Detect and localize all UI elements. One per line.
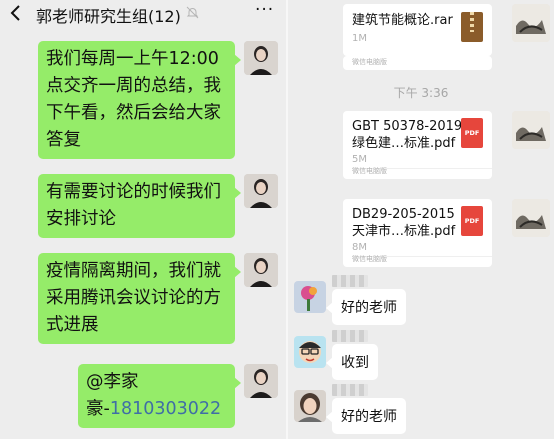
file-size: 5M [352,154,367,165]
pdf-file-icon: PDF [461,118,483,148]
message-text: 我们每周一上午12:00点交齐一周的总结，我下午看，然后会给大家答复 [46,49,221,150]
file-source: 微信电脑版 [352,58,387,66]
right-chat-pane: 建筑节能概论.rar 1M 微信电脑版 下午 3:36 GBT 50378-20… [288,0,554,439]
member-nickname-blurred [332,384,368,396]
member-nickname-blurred [332,275,368,287]
left-chat-pane: 郭老师研究生组(12) ··· 我们每周一上午12:00点交齐一周的总结，我下午… [0,0,286,439]
sender-avatar[interactable] [244,253,278,287]
received-message-bubble[interactable]: 好的老师 [326,398,406,434]
back-arrow-icon[interactable] [8,3,24,23]
sender-avatar[interactable] [244,364,278,398]
file-name: DB29-205-2015 [352,207,455,222]
file-message-card[interactable]: DB29-205-2015 天津市…标准.pdf 8M 微信电脑版 PDF [343,199,492,267]
file-name: 建筑节能概论.rar [352,13,453,28]
file-message-card[interactable]: 建筑节能概论.rar 1M [343,4,492,56]
file-source: 微信电脑版 [352,255,387,263]
member-nickname-blurred [332,330,368,342]
file-size: 1M [352,33,367,44]
chat-title: 郭老师研究生组(12) [36,7,181,26]
screenshot: 郭老师研究生组(12) ··· 我们每周一上午12:00点交齐一周的总结，我下午… [0,0,554,439]
member-avatar[interactable] [294,281,326,313]
file-source: 微信电脑版 [352,167,387,175]
file-message-card[interactable]: GBT 50378-2019 绿色建…标准.pdf 5M 微信电脑版 PDF [343,111,492,179]
message-text: 有需要讨论的时候我们安排讨论 [46,182,221,229]
file-source-bar: 微信电脑版 [343,56,492,70]
member-avatar[interactable] [294,336,326,368]
message-text: 疫情隔离期间，我们就采用腾讯会议讨论的方式进展 [46,261,221,335]
chat-header: 郭老师研究生组(12) ··· [0,0,286,27]
message-text: 好的老师 [341,409,397,425]
received-message-bubble[interactable]: 好的老师 [326,289,406,325]
sent-message-bubble[interactable]: 我们每周一上午12:00点交齐一周的总结，我下午看，然后会给大家答复 [38,41,241,159]
message-text: 收到 [341,355,369,371]
file-name-line2: 天津市…标准.pdf [352,224,456,239]
received-message-bubble[interactable]: 收到 [326,344,378,380]
more-options-button[interactable]: ··· [255,0,274,20]
member-avatar[interactable] [294,390,326,422]
sent-message-bubble[interactable]: @李家豪-1810303022 [78,364,241,428]
sent-message-bubble[interactable]: 疫情隔离期间，我们就采用腾讯会议讨论的方式进展 [38,253,241,344]
message-text: 好的老师 [341,300,397,316]
archive-file-icon [461,12,483,42]
sender-avatar[interactable] [512,4,550,42]
sender-avatar[interactable] [244,41,278,75]
file-name-line2: 绿色建…标准.pdf [352,136,456,151]
pdf-file-icon: PDF [461,206,483,236]
sender-avatar[interactable] [512,111,550,149]
sent-message-bubble[interactable]: 有需要讨论的时候我们安排讨论 [38,174,241,238]
sender-avatar[interactable] [512,199,550,237]
phone-number-link[interactable]: 1810303022 [110,399,221,419]
file-name: GBT 50378-2019 [352,119,463,134]
sender-avatar[interactable] [244,174,278,208]
timestamp: 下午 3:36 [393,86,449,100]
mute-bell-icon [186,6,199,19]
file-size: 8M [352,242,367,253]
